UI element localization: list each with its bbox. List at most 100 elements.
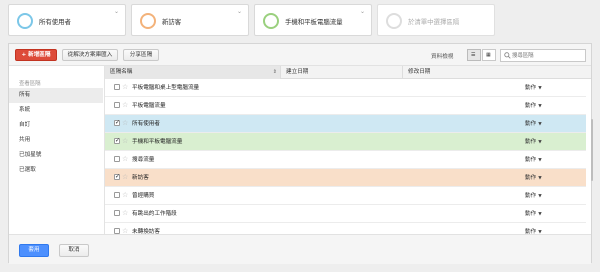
list-view-icon: ☰ (471, 52, 476, 58)
caret-down-icon: ▼ (538, 158, 542, 163)
segment-chip-label: 手機和平板電腦流量 (285, 18, 343, 26)
segment-color-ring (140, 13, 156, 29)
data-view-label: 資料檢視 (431, 54, 454, 60)
row-actions-menu[interactable]: 動作 ▼ (525, 97, 542, 116)
row-checkbox[interactable] (114, 192, 120, 198)
sidebar-item-custom[interactable]: 自訂 (9, 118, 103, 133)
caret-down-icon: ▼ (538, 194, 542, 199)
search-input[interactable] (512, 51, 584, 61)
segment-name: 未轉換訪客 (132, 229, 160, 234)
table-row[interactable]: ☆ 未轉換訪客 動作 ▼ (105, 223, 586, 234)
table-header: 區隔名稱 ⇕ 建立日期 修改日期 (105, 66, 591, 79)
star-icon[interactable]: ☆ (122, 154, 128, 164)
sidebar-item-selected[interactable]: 已選取 (9, 163, 103, 178)
grid-view-icon: ▦ (486, 52, 491, 58)
column-header-created[interactable]: 建立日期 (281, 66, 403, 79)
table-row[interactable]: ☆ 搜尋流量 動作 ▼ (105, 151, 586, 169)
caret-down-icon: ▼ (538, 140, 542, 145)
row-actions-menu[interactable]: 動作 ▼ (525, 79, 542, 98)
star-icon[interactable]: ☆ (122, 190, 128, 200)
star-icon[interactable]: ☆ (122, 136, 128, 146)
row-checkbox[interactable] (114, 84, 120, 90)
column-header-label: 修改日期 (408, 69, 431, 75)
segment-chip-new-visitors[interactable]: 新訪客 ⌄ (131, 4, 249, 36)
segment-name: 曾經購買 (132, 193, 155, 199)
table-row[interactable]: ☆ 曾經購買 動作 ▼ (105, 187, 586, 205)
sidebar-item-system[interactable]: 系統 (9, 103, 103, 118)
segment-toolbar: + 新增區隔 從解決方案庫匯入 分享區隔 資料檢視 ☰ ▦ (9, 44, 591, 66)
star-icon[interactable]: ☆ (122, 100, 128, 110)
import-from-gallery-button[interactable]: 從解決方案庫匯入 (62, 49, 118, 61)
row-checkbox[interactable] (114, 119, 120, 126)
sidebar-item-shared[interactable]: 共用 (9, 133, 103, 148)
row-actions-menu[interactable]: 動作 ▼ (525, 205, 542, 224)
row-checkbox[interactable] (114, 102, 120, 108)
sidebar-title: 查看區隔 (19, 81, 41, 87)
row-actions-menu[interactable]: 動作 ▼ (525, 223, 542, 234)
row-checkbox[interactable] (114, 173, 120, 180)
table-row[interactable]: ☆ 新訪客 動作▼ (105, 169, 586, 187)
star-icon[interactable]: ☆ (122, 172, 128, 182)
segment-chip-mobile-tablet[interactable]: 手機和平板電腦流量 ⌄ (254, 4, 372, 36)
segment-color-ring (263, 13, 279, 29)
segment-search-box[interactable] (500, 49, 586, 62)
table-scrollbar[interactable] (591, 79, 593, 234)
segment-name: 手機和平板電腦流量 (132, 139, 183, 145)
row-actions-menu[interactable]: 動作 ▼ (525, 169, 542, 188)
star-icon[interactable]: ☆ (122, 82, 128, 92)
segment-chip-label: 於清單中選擇區隔 (408, 18, 460, 26)
segment-picker-panel: + 新增區隔 從解決方案庫匯入 分享區隔 資料檢視 ☰ ▦ 查看區隔 所有 系統… (8, 43, 593, 264)
row-actions-menu[interactable]: 動作 ▼ (525, 115, 542, 134)
row-actions-menu[interactable]: 動作 ▼ (525, 151, 542, 170)
caret-down-icon: ▼ (538, 122, 542, 127)
star-icon[interactable]: ☆ (122, 226, 128, 234)
scrollbar-thumb[interactable] (591, 119, 593, 181)
row-checkbox[interactable] (114, 210, 120, 216)
row-checkbox[interactable] (114, 137, 120, 144)
actions-label: 動作 (525, 121, 537, 127)
apply-button[interactable]: 套用 (19, 244, 49, 257)
segment-name: 有跳出的工作階段 (132, 211, 177, 217)
chevron-down-icon[interactable]: ⌄ (114, 9, 120, 15)
segment-chip-label: 新訪客 (162, 18, 182, 26)
table-row[interactable]: ☆ 平板電腦和桌上型電腦流量 動作 ▼ (105, 79, 586, 97)
star-icon[interactable]: ☆ (122, 208, 128, 218)
actions-label: 動作 (525, 157, 537, 163)
segment-chip-bar: 所有使用者 ⌄ 新訪客 ⌄ 手機和平板電腦流量 ⌄ 於清單中選擇區隔 (8, 4, 508, 36)
column-header-segment-name[interactable]: 區隔名稱 ⇕ (105, 66, 281, 79)
list-view-button[interactable]: ☰ (467, 49, 481, 61)
table-row[interactable]: ☆ 所有使用者 動作▼ (105, 115, 586, 133)
share-segments-button[interactable]: 分享區隔 (123, 49, 159, 61)
column-header-label: 建立日期 (286, 69, 309, 75)
segment-filter-sidebar: 查看區隔 所有 系統 自訂 共用 已加星號 已選取 (9, 66, 103, 234)
actions-label: 動作 (525, 139, 537, 145)
sidebar-item-all[interactable]: 所有 (9, 88, 103, 103)
segment-name: 平板電腦流量 (132, 103, 166, 109)
row-checkbox[interactable] (114, 156, 120, 162)
sidebar-item-starred[interactable]: 已加星號 (9, 148, 103, 163)
cancel-button[interactable]: 取消 (59, 244, 89, 257)
caret-down-icon: ▼ (538, 176, 542, 181)
segment-chip-label: 所有使用者 (39, 18, 71, 26)
grid-view-button[interactable]: ▦ (482, 49, 496, 61)
actions-label: 動作 (525, 211, 537, 217)
segment-chip-empty-slot[interactable]: 於清單中選擇區隔 (377, 4, 495, 36)
table-row[interactable]: ☆ 平板電腦流量 動作 ▼ (105, 97, 586, 115)
new-segment-button[interactable]: + 新增區隔 (15, 49, 57, 61)
star-icon[interactable]: ☆ (122, 118, 128, 128)
table-row[interactable]: ☆ 有跳出的工作階段 動作 ▼ (105, 205, 586, 223)
column-header-modified[interactable]: 修改日期 (403, 66, 591, 79)
segment-chip-all-users[interactable]: 所有使用者 ⌄ (8, 4, 126, 36)
row-actions-menu[interactable]: 動作 ▼ (525, 133, 542, 152)
segment-name: 平板電腦和桌上型電腦流量 (132, 85, 200, 91)
row-actions-menu[interactable]: 動作 ▼ (525, 187, 542, 206)
search-icon (504, 52, 511, 59)
actions-label: 動作 (525, 103, 537, 109)
segment-name: 所有使用者 (132, 121, 160, 127)
table-row[interactable]: ☆ 手機和平板電腦流量 動作▼ (105, 133, 586, 151)
caret-down-icon: ▼ (538, 86, 542, 91)
actions-label: 動作 (525, 85, 537, 91)
segment-name: 新訪客 (132, 175, 149, 181)
chevron-down-icon[interactable]: ⌄ (237, 9, 243, 15)
chevron-down-icon[interactable]: ⌄ (360, 9, 366, 15)
